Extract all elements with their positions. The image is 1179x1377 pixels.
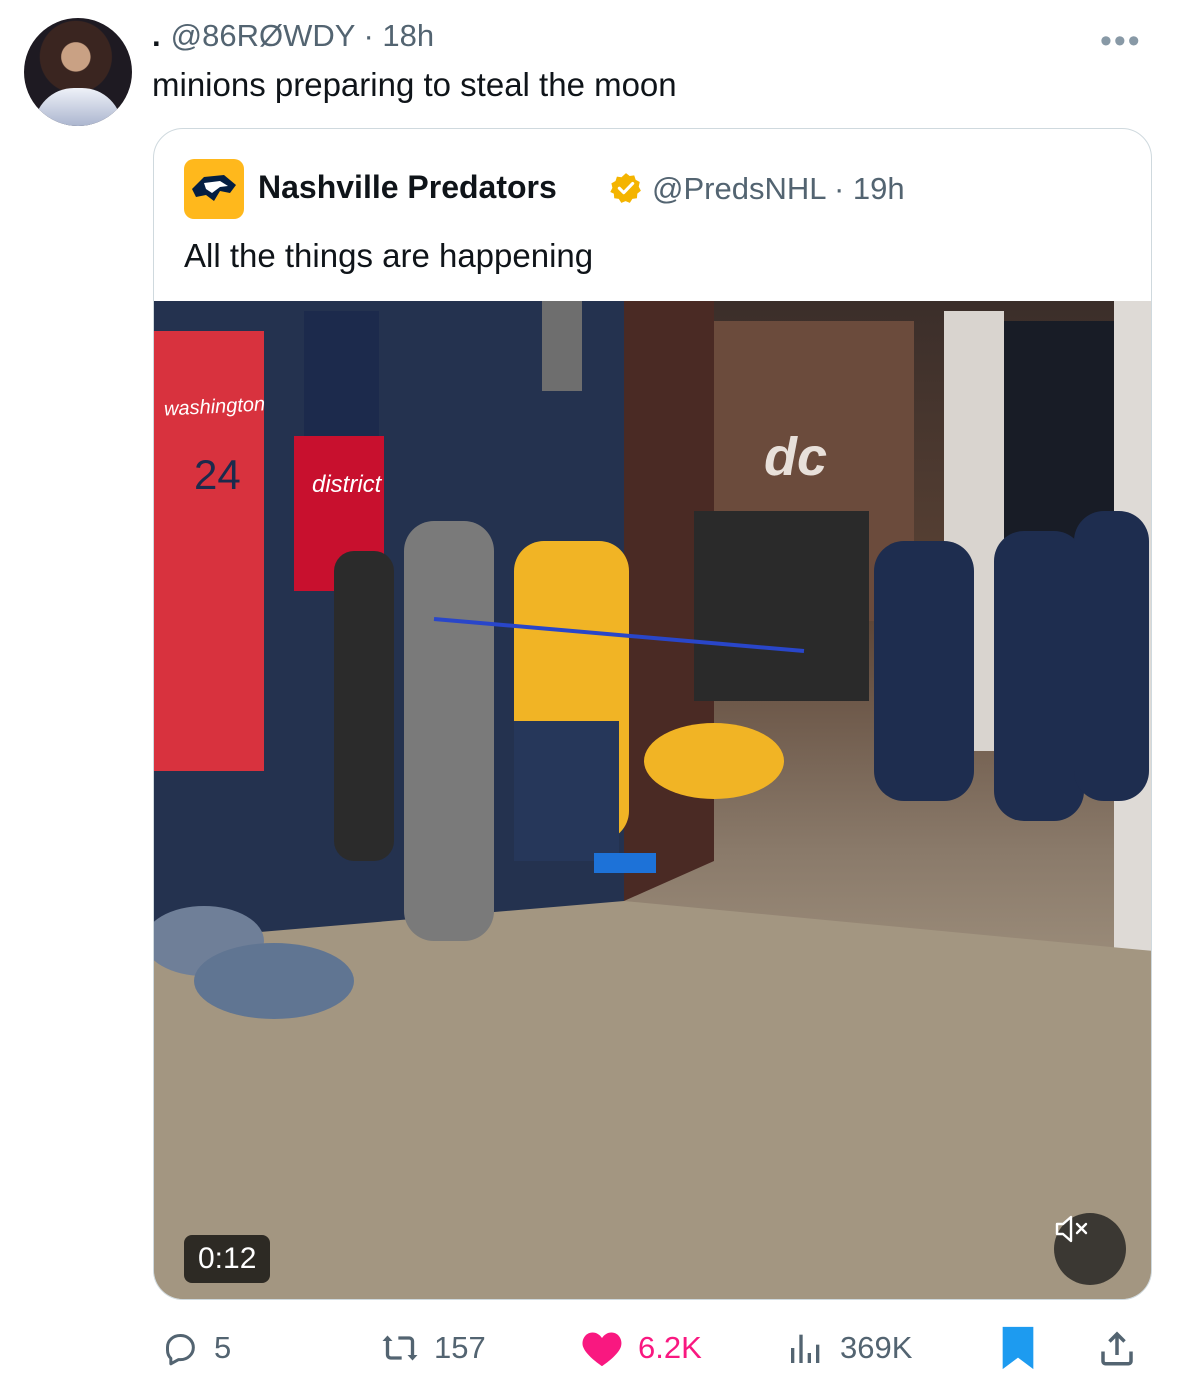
quoted-time[interactable]: · 19h (834, 171, 905, 206)
views-button[interactable]: 369K (786, 1320, 912, 1376)
repost-button[interactable]: 157 (380, 1320, 486, 1376)
post-handle[interactable]: @86RØWDY (171, 18, 355, 53)
like-button[interactable]: 6.2K (580, 1320, 702, 1376)
quoted-name[interactable]: Nashville Predators (258, 169, 557, 206)
like-icon (582, 1332, 622, 1367)
quoted-handle-time: @PredsNHL · 19h (652, 171, 905, 207)
reply-button[interactable]: 5 (160, 1320, 231, 1376)
avatar[interactable] (24, 18, 132, 126)
post-time[interactable]: · 18h (363, 18, 434, 53)
separator-dot: . (152, 18, 161, 53)
video-frame (154, 301, 1151, 1299)
more-icon[interactable]: ••• (1100, 22, 1142, 61)
quoted-handle[interactable]: @PredsNHL (652, 171, 825, 206)
bookmark-icon (1002, 1326, 1034, 1370)
post-header: . @86RØWDY · 18h (152, 18, 434, 54)
post-text: minions preparing to steal the moon (152, 66, 677, 103)
like-count: 6.2K (638, 1330, 702, 1365)
reply-count: 5 (214, 1330, 232, 1365)
quoted-text: All the things are happening (184, 237, 594, 274)
video-player[interactable]: washington 24 district dc 0:12 (154, 301, 1151, 1299)
quoted-tweet[interactable]: Nashville Predators @PredsNHL · 19h All … (153, 128, 1152, 1300)
share-icon (1101, 1331, 1133, 1366)
views-count: 369K (840, 1330, 913, 1365)
mute-icon[interactable] (1054, 1213, 1126, 1285)
jersey2-text: district (312, 471, 382, 498)
verified-icon (610, 173, 641, 203)
views-icon (791, 1334, 820, 1363)
share-button[interactable] (1096, 1320, 1152, 1376)
bookmark-button[interactable] (1000, 1320, 1050, 1376)
action-bar: 5 157 6.2K 369K (0, 1320, 1179, 1376)
reply-icon (166, 1334, 195, 1366)
jersey-number: 24 (194, 451, 241, 498)
repost-count: 157 (434, 1330, 486, 1365)
video-timestamp: 0:12 (184, 1235, 271, 1283)
wall-logo: dc (764, 427, 828, 487)
repost-icon (382, 1335, 418, 1361)
predators-logo-icon[interactable] (184, 159, 244, 219)
